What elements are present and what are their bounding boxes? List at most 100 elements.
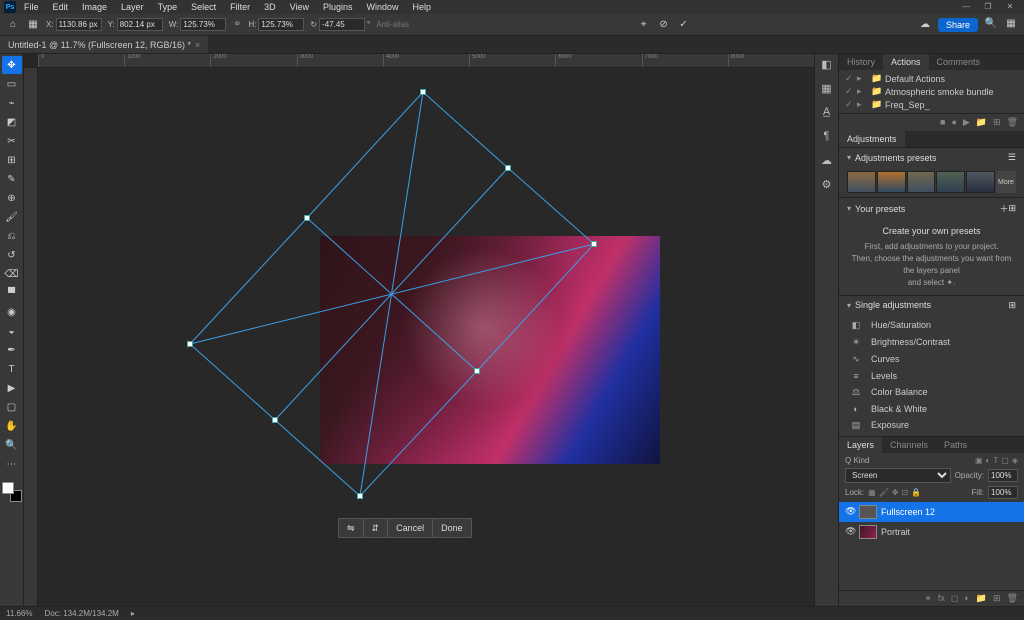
doc-size[interactable]: Doc: 134.2M/134.2M (45, 609, 119, 618)
flip-vertical-icon[interactable]: ⇵ (364, 519, 389, 537)
transform-handle[interactable] (420, 89, 426, 95)
filter-smart-icon[interactable]: ◈ (1012, 456, 1018, 465)
lock-pixels-icon[interactable]: 🖌 (879, 488, 889, 497)
move-tool[interactable]: ✥ (2, 56, 22, 74)
window-restore-icon[interactable]: ❐ (981, 2, 995, 12)
tab-paths[interactable]: Paths (936, 437, 975, 453)
cancel-button[interactable]: Cancel (388, 519, 433, 537)
transform-center-handle[interactable] (474, 368, 480, 374)
delete-layer-icon[interactable]: 🗑 (1007, 593, 1018, 604)
preset-thumb[interactable] (877, 171, 906, 193)
lock-artboard-icon[interactable]: ⊡ (902, 488, 909, 497)
preset-thumb[interactable] (847, 171, 876, 193)
path-select-tool[interactable]: ▶ (2, 379, 22, 397)
shape-tool[interactable]: ▢ (2, 398, 22, 416)
h-input[interactable] (258, 18, 304, 31)
tab-history[interactable]: History (839, 54, 883, 70)
layer-row-fullscreen[interactable]: 👁 Fullscreen 12 (839, 502, 1024, 522)
gradient-tool[interactable]: ▀ (2, 284, 22, 302)
menu-image[interactable]: Image (76, 2, 113, 12)
hand-tool[interactable]: ✋ (2, 417, 22, 435)
layer-mask-icon[interactable]: ◻ (951, 593, 958, 604)
frame-tool[interactable]: ⊞ (2, 151, 22, 169)
history-brush-tool[interactable]: ↺ (2, 246, 22, 264)
window-minimize-icon[interactable]: — (959, 2, 973, 12)
caret-icon[interactable]: ▸ (857, 73, 867, 84)
tab-comments[interactable]: Comments (929, 54, 989, 70)
adjustment-brightness-contrast[interactable]: ☀Brightness/Contrast (839, 334, 1024, 351)
add-preset-icon[interactable]: ＋ (999, 202, 1008, 215)
transform-ref-icon[interactable]: ▦ (26, 18, 40, 32)
blur-tool[interactable]: ◉ (2, 303, 22, 321)
stamp-tool[interactable]: ⎌ (2, 227, 22, 245)
flip-horizontal-icon[interactable]: ⇋ (339, 519, 364, 537)
healing-tool[interactable]: ⊕ (2, 189, 22, 207)
adjustment-black-white[interactable]: ◐Black & White (839, 401, 1024, 417)
new-adjustment-icon[interactable]: ◐ (964, 593, 969, 604)
menu-3d[interactable]: 3D (258, 2, 282, 12)
tab-adjustments[interactable]: Adjustments (839, 131, 905, 147)
y-input[interactable] (117, 18, 163, 31)
x-input[interactable] (56, 18, 102, 31)
new-action-icon[interactable]: ⊞ (993, 117, 1001, 128)
menu-plugins[interactable]: Plugins (317, 2, 359, 12)
swatches-panel-icon[interactable]: ▦ (819, 82, 835, 98)
tab-layers[interactable]: Layers (839, 437, 882, 453)
presets-section-head[interactable]: ▾ Adjustments presets ☰ (839, 147, 1024, 167)
adjustment-levels[interactable]: ≡Levels (839, 368, 1024, 384)
document-tab[interactable]: Untitled-1 @ 11.7% (Fullscreen 12, RGB/1… (0, 36, 208, 53)
visibility-icon[interactable]: 👁 (845, 526, 855, 537)
menu-view[interactable]: View (284, 2, 315, 12)
brush-tool[interactable]: 🖌 (2, 208, 22, 226)
dodge-tool[interactable]: ◒ (2, 322, 22, 340)
menu-select[interactable]: Select (185, 2, 222, 12)
foreground-color-swatch[interactable] (2, 482, 14, 494)
color-swatches[interactable] (2, 482, 22, 502)
action-set-row[interactable]: ✓ ▸ 📁 Atmospheric smoke bundle (839, 85, 1024, 98)
menu-filter[interactable]: Filter (224, 2, 256, 12)
preset-thumb[interactable] (936, 171, 965, 193)
trash-icon[interactable]: 🗑 (1007, 117, 1018, 128)
done-button[interactable]: Done (433, 519, 471, 537)
transform-handle[interactable] (272, 417, 278, 423)
new-layer-icon[interactable]: ⊞ (993, 593, 1001, 604)
transform-handle[interactable] (591, 241, 597, 247)
adjustment-curves[interactable]: ∿Curves (839, 351, 1024, 368)
canvas[interactable]: ⇋ ⇵ Cancel Done (38, 68, 814, 606)
caret-icon[interactable]: ▸ (857, 86, 867, 97)
caret-icon[interactable]: ▸ (857, 99, 867, 110)
lock-transparent-icon[interactable]: ▦ (868, 488, 876, 497)
marquee-tool[interactable]: ▭ (2, 75, 22, 93)
adjustment-exposure[interactable]: ▤Exposure (839, 417, 1024, 434)
cloud-icon[interactable]: ☁ (918, 18, 932, 32)
more-presets-button[interactable]: More (996, 171, 1016, 193)
workspace-icon[interactable]: ▦ (1004, 18, 1018, 32)
stop-icon[interactable]: ■ (940, 117, 945, 128)
paragraph-panel-icon[interactable]: ¶ (819, 130, 835, 146)
character-panel-icon[interactable]: A̲ (819, 106, 835, 122)
layer-style-icon[interactable]: fx (938, 593, 945, 604)
single-adjustments-head[interactable]: ▾ Single adjustments ⊞ (839, 295, 1024, 315)
record-icon[interactable]: ● (951, 117, 956, 128)
new-group-icon[interactable]: 📁 (976, 593, 987, 604)
w-input[interactable] (180, 18, 226, 31)
home-icon[interactable]: ⌂ (6, 18, 20, 32)
visibility-icon[interactable]: 👁 (845, 506, 855, 517)
fill-input[interactable] (988, 486, 1018, 499)
eraser-tool[interactable]: ⌫ (2, 265, 22, 283)
lock-all-icon[interactable]: 🔒 (911, 488, 921, 497)
filter-adjust-icon[interactable]: ◐ (986, 456, 991, 465)
properties-panel-icon[interactable]: ⚙ (819, 178, 835, 194)
your-presets-head[interactable]: ▾ Your presets ＋ ⊞ (839, 197, 1024, 219)
close-tab-icon[interactable]: × (195, 40, 200, 50)
filter-shape-icon[interactable]: ▢ (1001, 456, 1009, 465)
adjustment-color-balance[interactable]: ⚖Color Balance (839, 384, 1024, 401)
link-layers-icon[interactable]: ⚭ (924, 593, 932, 604)
libraries-panel-icon[interactable]: ☁ (819, 154, 835, 170)
object-select-tool[interactable]: ◩ (2, 113, 22, 131)
grid-view-icon[interactable]: ⊞ (1008, 203, 1016, 214)
commit-transform-icon[interactable]: ✓ (677, 18, 691, 32)
menu-edit[interactable]: Edit (47, 2, 75, 12)
share-button[interactable]: Share (938, 18, 978, 32)
lasso-tool[interactable]: ⌁ (2, 94, 22, 112)
